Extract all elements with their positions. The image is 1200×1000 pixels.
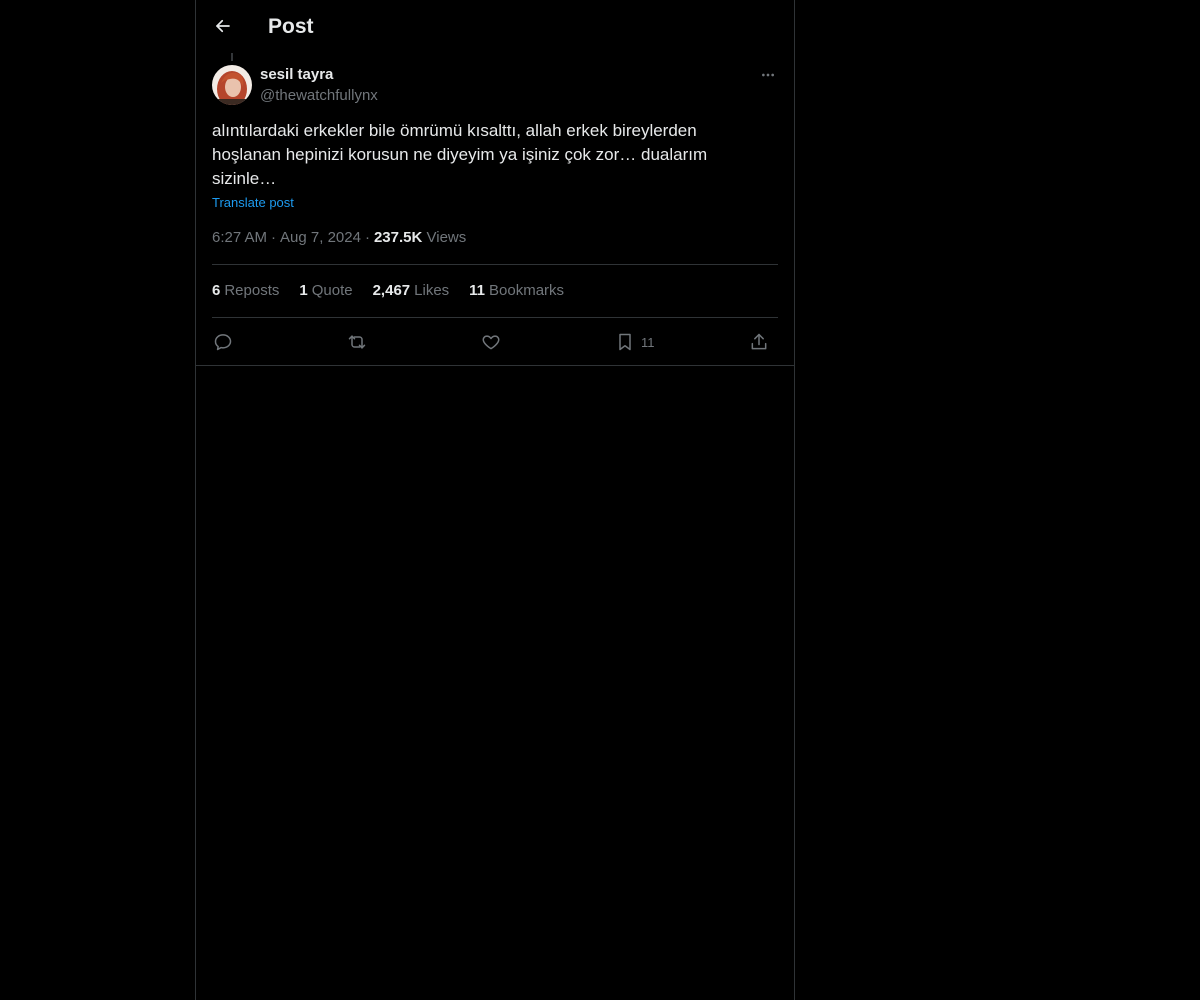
repost-button[interactable] <box>347 326 367 358</box>
reposts-stat[interactable]: 6 Reposts <box>212 281 279 301</box>
reposts-label: Reposts <box>224 282 280 299</box>
action-bar: 11 <box>212 326 778 358</box>
meta-separator: · <box>364 229 370 246</box>
likes-stat[interactable]: 2,467 Likes <box>373 281 450 301</box>
page-title: Post <box>268 15 314 38</box>
avatar-image <box>212 65 252 105</box>
more-options-button[interactable] <box>756 64 780 86</box>
post-text: alıntılardaki erkekler bile ömrümü kısal… <box>212 121 708 188</box>
author-handle[interactable]: @thewatchfullynx <box>260 86 378 106</box>
bookmark-action-count: 11 <box>641 334 655 350</box>
repost-icon <box>348 335 366 349</box>
back-button[interactable] <box>208 11 238 41</box>
translate-post-link[interactable]: Translate post <box>212 194 294 212</box>
more-dots-icon <box>762 73 774 77</box>
meta-separator: · <box>271 229 277 246</box>
divider <box>212 264 778 265</box>
page-header: Post <box>196 0 794 53</box>
share-icon <box>751 333 767 350</box>
likes-count: 2,467 <box>372 282 411 299</box>
arrow-left-icon <box>216 19 230 33</box>
author-display-name[interactable]: sesil tayra <box>260 65 333 85</box>
like-button[interactable] <box>481 326 501 358</box>
thread-connector-line <box>231 53 233 61</box>
post-time[interactable]: 6:27 AM <box>212 229 267 246</box>
likes-label: Likes <box>414 282 450 299</box>
bookmarks-stat[interactable]: 11 Bookmarks <box>469 281 564 301</box>
heart-icon <box>482 335 500 350</box>
post-column: Post sesil tayra @thewatchfullynx alıntı… <box>195 0 795 1000</box>
share-button[interactable] <box>749 326 769 358</box>
reply-icon <box>214 334 232 351</box>
bookmarks-label: Bookmarks <box>489 282 565 299</box>
divider <box>212 317 778 318</box>
reply-button[interactable] <box>213 326 233 358</box>
quotes-label: Quote <box>311 282 353 299</box>
post-date[interactable]: Aug 7, 2024 <box>280 229 361 246</box>
avatar[interactable] <box>212 65 252 105</box>
bookmark-button[interactable]: 11 <box>615 326 655 358</box>
reposts-count: 6 <box>212 282 221 299</box>
quotes-stat[interactable]: 1 Quote <box>299 281 352 301</box>
views-count: 237.5K <box>373 229 423 246</box>
views-label: Views <box>426 229 467 246</box>
bookmarks-count: 11 <box>469 282 486 299</box>
post-meta: 6:27 AM · Aug 7, 2024 · 237.5K Views <box>212 228 466 248</box>
quotes-count: 1 <box>299 282 308 299</box>
post-bottom-border <box>196 365 794 366</box>
post-stats: 6 Reposts 1 Quote 2,467 Likes 11 Bookmarks <box>212 281 564 301</box>
bookmark-icon <box>619 333 631 351</box>
